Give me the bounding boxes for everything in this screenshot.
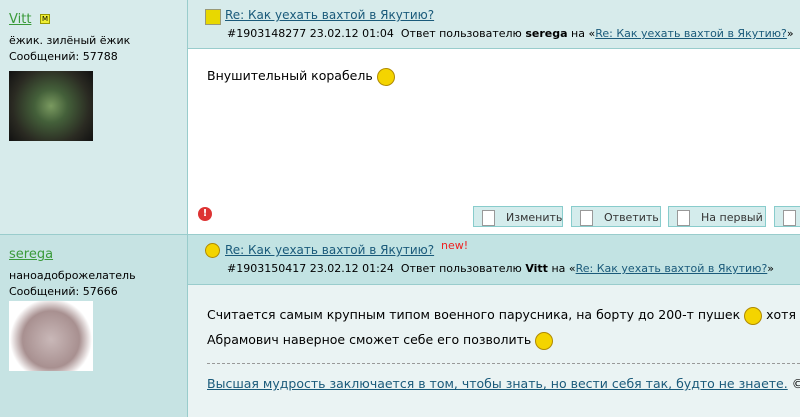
report-icon[interactable]: ! [198,207,212,221]
post-text: Внушительный корабель [207,68,373,83]
new-badge: new! [441,239,469,252]
post-text: хотя [766,307,796,322]
button-label: Ответить [604,211,659,224]
post-2: serega наноадоброжелатель Сообщений: 576… [0,235,800,417]
reply-user: serega [525,27,568,40]
post-title-link[interactable]: Re: Как уехать вахтой в Якутию? [225,8,434,22]
search-icon [783,210,796,226]
edit-icon [482,210,495,226]
avatar [9,71,93,141]
book-icon [205,9,221,25]
author-link[interactable]: serega [9,247,53,262]
signature-divider [207,363,800,364]
reply-icon [580,210,593,226]
signature-link[interactable]: Высшая мудрость заключается в том, чтобы… [207,376,788,391]
reply-link[interactable]: Re: Как уехать вахтой в Якутию? [595,27,787,40]
search-button[interactable] [774,206,800,227]
post-id-date: #1903148277 23.02.12 01:04 [227,27,394,40]
reply-user: Vitt [525,262,548,275]
author-link[interactable]: Vitt [9,12,31,27]
moderator-badge: М [40,14,51,24]
post-body: Считается самым крупным типом военного п… [207,302,796,352]
post-text: Абрамович наверное сможет себе его позво… [207,332,532,347]
author-status: ёжик. зилёный ёжик [9,34,131,47]
author-post-count: Сообщений: 57788 [9,50,118,63]
page-icon [677,210,690,226]
reply-prefix: Ответ пользователю [400,27,522,40]
post-content: Re: Как уехать вахтой в Якутию? new! #19… [188,235,800,417]
confused-smiley-icon [744,306,763,325]
post-text: Считается самым крупным типом военного п… [207,307,741,322]
button-label: Изменить [506,211,563,224]
signature: Высшая мудрость заключается в том, чтобы… [207,371,800,396]
post-1: Vitt М ёжик. зилёный ёжик Сообщений: 577… [0,0,800,235]
reply-button[interactable]: Ответить [571,206,661,227]
author-panel: serega наноадоброжелатель Сообщений: 576… [0,235,188,417]
reply-link[interactable]: Re: Как уехать вахтой в Якутию? [576,262,768,275]
post-title-link[interactable]: Re: Как уехать вахтой в Якутию? [225,243,434,257]
post-id-date: #1903150417 23.02.12 01:24 [227,262,394,275]
post-content: Re: Как уехать вахтой в Якутию? #1903148… [188,0,800,234]
post-header: Re: Как уехать вахтой в Якутию? #1903148… [188,0,800,49]
edit-button[interactable]: Изменить [473,206,563,227]
avatar [9,301,93,371]
reply-close: » [786,27,794,40]
button-label: На первый [701,211,763,224]
post-meta: #1903148277 23.02.12 01:04 Ответ пользов… [227,27,794,40]
to-first-button[interactable]: На первый [668,206,766,227]
post-header: Re: Как уехать вахтой в Якутию? new! #19… [188,235,800,285]
smiley-icon [376,67,395,86]
author-status: наноадоброжелатель [9,269,136,282]
reply-prefix: Ответ пользователю [400,262,522,275]
post-meta: #1903150417 23.02.12 01:24 Ответ пользов… [227,262,774,275]
smiley-icon [205,243,220,258]
reply-close: » [767,262,775,275]
grin-smiley-icon [535,331,554,350]
copyright-mark: © [791,376,800,391]
reply-on: на « [571,27,596,40]
author-panel: Vitt М ёжик. зилёный ёжик Сообщений: 577… [0,0,188,234]
author-post-count: Сообщений: 57666 [9,285,118,298]
post-body: Внушительный корабель [207,63,395,88]
reply-on: на « [551,262,576,275]
